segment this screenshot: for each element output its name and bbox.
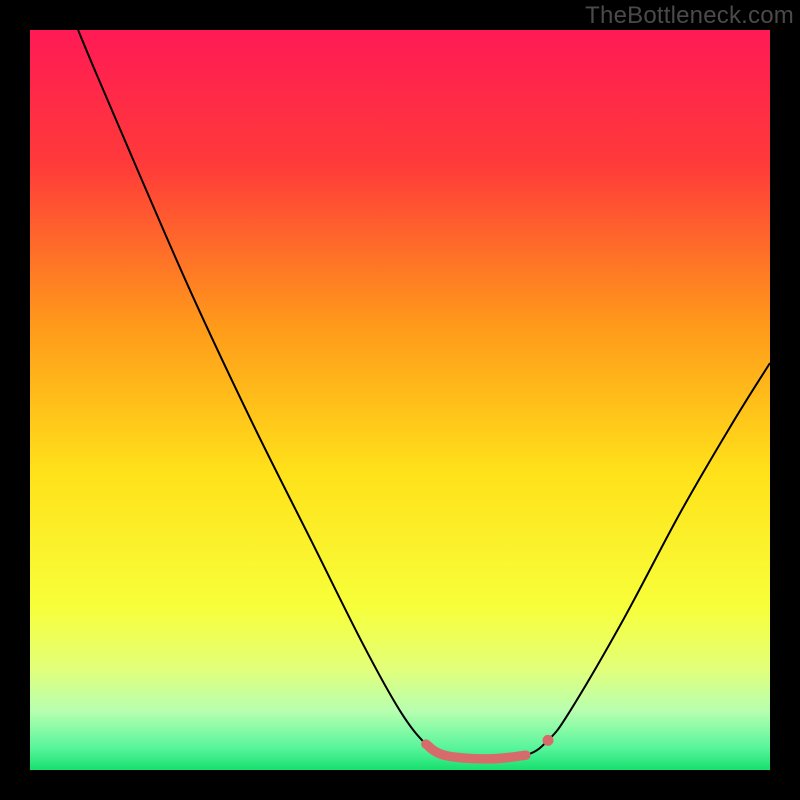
highlight-dot-0 (543, 735, 554, 746)
watermark-text: TheBottleneck.com (585, 2, 794, 30)
chart-frame: TheBottleneck.com (0, 0, 800, 800)
plot-background (30, 30, 770, 770)
bottleneck-chart (0, 0, 800, 800)
